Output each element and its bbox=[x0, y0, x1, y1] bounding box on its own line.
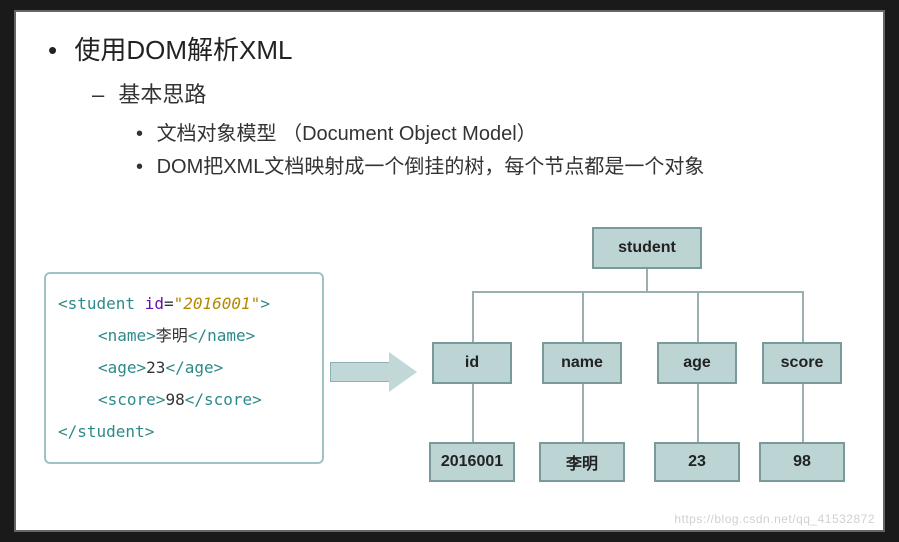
xml-tag: <name> bbox=[98, 326, 156, 345]
code-line: <student id="2016001"> bbox=[58, 288, 310, 320]
code-line: <score>98</score> bbox=[58, 384, 310, 416]
arrow-icon bbox=[330, 352, 420, 392]
tree-node-id: id bbox=[432, 342, 512, 384]
connector bbox=[472, 291, 474, 342]
connector bbox=[697, 384, 699, 442]
xml-tag: > bbox=[260, 294, 270, 313]
xml-text: 98 bbox=[165, 390, 184, 409]
watermark: https://blog.csdn.net/qq_41532872 bbox=[674, 512, 875, 526]
connector bbox=[646, 269, 648, 291]
xml-tag: </name> bbox=[188, 326, 255, 345]
code-line: <name>李明</name> bbox=[58, 320, 310, 352]
xml-eq: = bbox=[164, 294, 174, 313]
tree-node-root: student bbox=[592, 227, 702, 269]
arrow-head bbox=[389, 352, 417, 392]
tree-node-age: age bbox=[657, 342, 737, 384]
code-line: <age>23</age> bbox=[58, 352, 310, 384]
dom-tree: student id name age score 2016001 李明 23 … bbox=[432, 227, 865, 512]
code-sample: <student id="2016001"> <name>李明</name> <… bbox=[44, 272, 324, 464]
xml-text: 23 bbox=[146, 358, 165, 377]
content-row: <student id="2016001"> <name>李明</name> <… bbox=[44, 257, 865, 512]
xml-tag: <score> bbox=[98, 390, 165, 409]
bullet-level-3: DOM把XML文档映射成一个倒挂的树，每个节点都是一个对象 bbox=[136, 150, 855, 179]
xml-tag: </score> bbox=[185, 390, 262, 409]
connector bbox=[697, 291, 699, 342]
slide: 使用DOM解析XML 基本思路 文档对象模型 （Document Object … bbox=[14, 10, 885, 532]
tree-node-name: name bbox=[542, 342, 622, 384]
connector bbox=[472, 384, 474, 442]
bullet-level-3: 文档对象模型 （Document Object Model） bbox=[136, 117, 855, 146]
tree-leaf-id: 2016001 bbox=[429, 442, 515, 482]
xml-attr: id bbox=[135, 294, 164, 313]
connector bbox=[582, 291, 584, 342]
tree-leaf-age: 23 bbox=[654, 442, 740, 482]
bullet-level-1: 使用DOM解析XML bbox=[48, 30, 855, 67]
connector bbox=[802, 291, 804, 342]
bullet-level-2: 基本思路 bbox=[92, 77, 855, 109]
xml-tag: <age> bbox=[98, 358, 146, 377]
tree-leaf-name: 李明 bbox=[539, 442, 625, 482]
connector bbox=[472, 291, 802, 293]
xml-attr-value: "2016001" bbox=[174, 294, 261, 313]
xml-text: 李明 bbox=[156, 326, 188, 345]
xml-tag: </age> bbox=[165, 358, 223, 377]
connector bbox=[802, 384, 804, 442]
code-line: </student> bbox=[58, 416, 310, 448]
xml-tag: </student> bbox=[58, 422, 154, 441]
xml-tag: <student bbox=[58, 294, 135, 313]
arrow-body bbox=[330, 362, 390, 382]
connector bbox=[582, 384, 584, 442]
tree-leaf-score: 98 bbox=[759, 442, 845, 482]
tree-node-score: score bbox=[762, 342, 842, 384]
